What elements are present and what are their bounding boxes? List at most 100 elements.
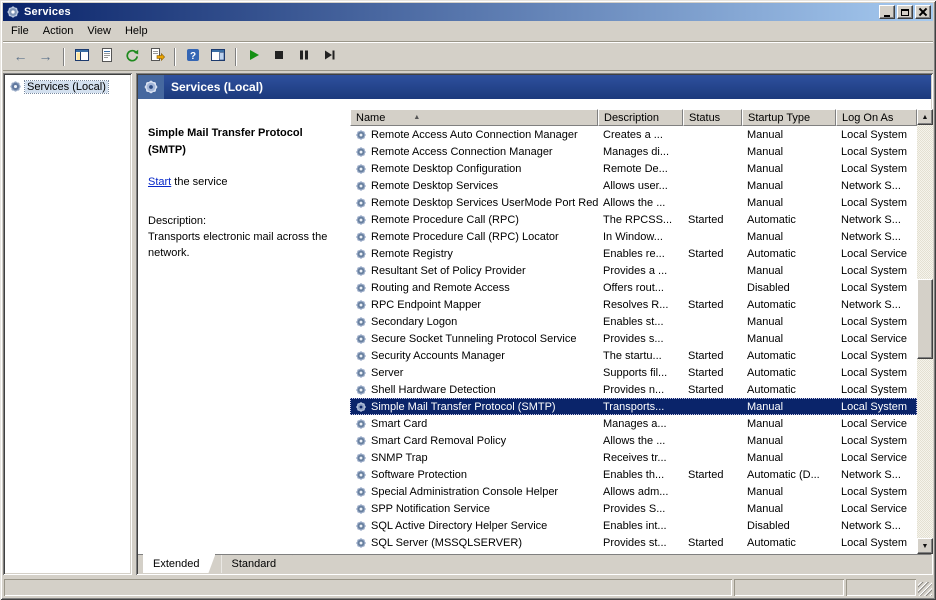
title-bar[interactable]: Services — [3, 3, 933, 21]
menu-item-view[interactable]: View — [80, 23, 118, 39]
cell-log-on-as: Local System — [836, 483, 917, 500]
service-row[interactable]: Remote Procedure Call (RPC) LocatorIn Wi… — [350, 228, 917, 245]
service-row[interactable]: Security Accounts ManagerThe startu...St… — [350, 347, 917, 364]
forward-button[interactable]: → — [34, 46, 57, 68]
service-row[interactable]: Smart CardManages a...ManualLocal Servic… — [350, 415, 917, 432]
minimize-button[interactable] — [879, 5, 895, 19]
cell-description: Resolves R... — [598, 296, 683, 313]
status-bar — [3, 577, 933, 597]
svg-text:?: ? — [189, 51, 195, 62]
cell-startup-type: Automatic — [742, 364, 836, 381]
cell-description: Transports... — [598, 398, 683, 415]
service-row[interactable]: Secondary LogonEnables st...ManualLocal … — [350, 313, 917, 330]
show-console-tree-button[interactable] — [70, 46, 93, 68]
service-row[interactable]: SPP Notification ServiceProvides S...Man… — [350, 500, 917, 517]
column-header-status[interactable]: Status — [683, 109, 742, 126]
cell-description: Provides s... — [598, 330, 683, 347]
service-row[interactable]: Software ProtectionEnables th...StartedA… — [350, 466, 917, 483]
scrollbar-thumb[interactable] — [917, 279, 933, 359]
cell-name: Remote Access Auto Connection Manager — [350, 126, 598, 143]
export-list-button[interactable] — [145, 46, 168, 68]
cell-startup-type: Automatic — [742, 211, 836, 228]
service-row[interactable]: RPC Endpoint MapperResolves R...StartedA… — [350, 296, 917, 313]
resize-grip-icon[interactable] — [918, 582, 932, 596]
cell-description: Receives tr... — [598, 449, 683, 466]
scroll-up-button[interactable]: ▲ — [917, 109, 933, 125]
service-row[interactable]: Remote Desktop ServicesAllows user...Man… — [350, 177, 917, 194]
action-pane-icon — [210, 47, 226, 66]
service-row[interactable]: Secure Socket Tunneling Protocol Service… — [350, 330, 917, 347]
service-row[interactable]: SQL Server (MSSQLSERVER)Provides st...St… — [350, 534, 917, 551]
cell-status — [683, 330, 742, 347]
cell-name: Remote Desktop Services UserMode Port Re… — [350, 194, 598, 211]
service-row[interactable]: Routing and Remote AccessOffers rout...D… — [350, 279, 917, 296]
tab-extended[interactable]: Extended — [143, 554, 215, 573]
stop-icon — [271, 47, 287, 66]
cell-description: Provides n... — [598, 381, 683, 398]
cell-description: In Window... — [598, 228, 683, 245]
service-row[interactable]: Remote Access Connection ManagerManages … — [350, 143, 917, 160]
service-row[interactable]: SQL Active Directory Helper ServiceEnabl… — [350, 517, 917, 534]
properties-button[interactable] — [95, 46, 118, 68]
service-row[interactable]: Remote Procedure Call (RPC)The RPCSS...S… — [350, 211, 917, 228]
status-pane-main — [4, 579, 732, 596]
tab-standard[interactable]: Standard — [221, 555, 292, 573]
service-row[interactable]: SNMP TrapReceives tr...ManualLocal Servi… — [350, 449, 917, 466]
menu-item-file[interactable]: File — [4, 23, 36, 39]
refresh-icon — [124, 47, 140, 66]
services-window: Services FileActionViewHelp ←→? Services… — [0, 0, 936, 600]
service-gear-icon — [355, 299, 367, 311]
cell-name: Simple Mail Transfer Protocol (SMTP) — [350, 398, 598, 415]
cell-description: Provides a ... — [598, 262, 683, 279]
scroll-down-button[interactable]: ▼ — [917, 538, 933, 554]
cell-log-on-as: Local Service — [836, 449, 917, 466]
cell-status — [683, 313, 742, 330]
close-button[interactable] — [915, 5, 931, 19]
service-row[interactable]: Remote Desktop ConfigurationRemote De...… — [350, 160, 917, 177]
service-row[interactable]: Smart Card Removal PolicyAllows the ...M… — [350, 432, 917, 449]
service-row[interactable]: Remote RegistryEnables re...StartedAutom… — [350, 245, 917, 262]
column-header-name[interactable]: Name▲ — [350, 109, 598, 126]
cell-log-on-as: Network S... — [836, 177, 917, 194]
cell-name: Remote Procedure Call (RPC) — [350, 211, 598, 228]
cell-description: Manages di... — [598, 143, 683, 160]
pause-service-button[interactable] — [292, 46, 315, 68]
column-header-startup-type[interactable]: Startup Type — [742, 109, 836, 126]
restart-service-button[interactable] — [317, 46, 340, 68]
column-header-description[interactable]: Description — [598, 109, 683, 126]
service-gear-icon — [355, 316, 367, 328]
cell-startup-type: Automatic — [742, 245, 836, 262]
service-row[interactable]: ServerSupports fil...StartedAutomaticLoc… — [350, 364, 917, 381]
service-row[interactable]: Resultant Set of Policy ProviderProvides… — [350, 262, 917, 279]
action-pane-button[interactable] — [206, 46, 229, 68]
cell-description: Supports fil... — [598, 364, 683, 381]
start-service-button[interactable] — [242, 46, 265, 68]
tree-item-services-local[interactable]: Services (Local) — [7, 79, 130, 94]
cell-name: Resultant Set of Policy Provider — [350, 262, 598, 279]
service-row[interactable]: Simple Mail Transfer Protocol (SMTP)Tran… — [350, 398, 917, 415]
cell-startup-type: Manual — [742, 262, 836, 279]
cell-log-on-as: Local System — [836, 432, 917, 449]
back-button[interactable]: ← — [9, 46, 32, 68]
service-gear-icon — [355, 350, 367, 362]
main-panel: Services (Local) Simple Mail Transfer Pr… — [136, 73, 933, 575]
service-row[interactable]: Shell Hardware DetectionProvides n...Sta… — [350, 381, 917, 398]
toolbar-separator — [174, 48, 175, 66]
help-button[interactable]: ? — [181, 46, 204, 68]
maximize-button[interactable] — [897, 5, 913, 19]
menu-item-action[interactable]: Action — [36, 23, 81, 39]
menu-item-help[interactable]: Help — [118, 23, 155, 39]
column-header-log-on-as[interactable]: Log On As — [836, 109, 917, 126]
refresh-button[interactable] — [120, 46, 143, 68]
cell-status — [683, 262, 742, 279]
start-service-link[interactable]: Start — [148, 176, 171, 188]
service-row[interactable]: Special Administration Console HelperAll… — [350, 483, 917, 500]
vertical-scrollbar[interactable]: ▲ ▼ — [917, 109, 933, 554]
service-row[interactable]: Remote Access Auto Connection ManagerCre… — [350, 126, 917, 143]
service-row[interactable]: Remote Desktop Services UserMode Port Re… — [350, 194, 917, 211]
cell-description: The RPCSS... — [598, 211, 683, 228]
cell-startup-type: Manual — [742, 415, 836, 432]
status-pane-2 — [734, 579, 844, 596]
toolbar-separator — [235, 48, 236, 66]
stop-service-button[interactable] — [267, 46, 290, 68]
